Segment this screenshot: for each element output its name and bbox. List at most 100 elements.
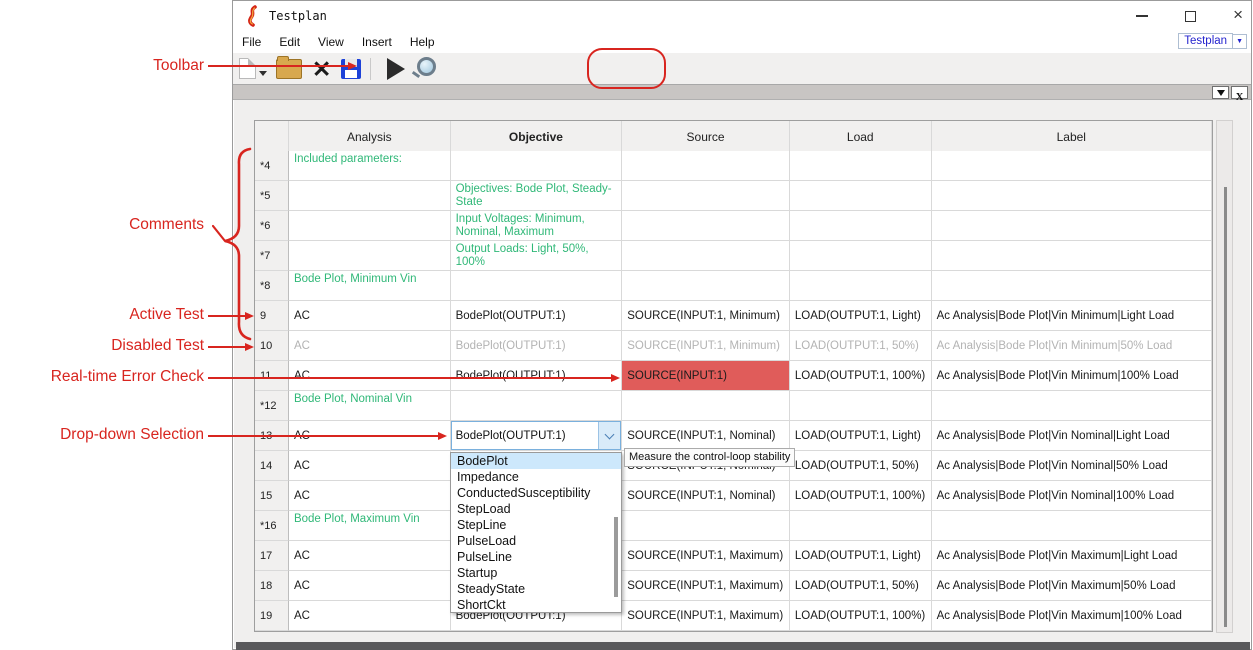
cell-objective[interactable]: BodePlot(OUTPUT:1)	[451, 331, 623, 361]
cell-load[interactable]: LOAD(OUTPUT:1, 100%)	[790, 601, 932, 631]
cell-source[interactable]	[622, 151, 790, 181]
column-header-Analysis[interactable]: Analysis	[289, 121, 451, 153]
cell-label[interactable]: Ac Analysis|Bode Plot|Vin Maximum|Light …	[932, 541, 1212, 571]
cell-objective[interactable]	[451, 391, 623, 421]
cell-analysis[interactable]	[289, 181, 451, 211]
new-file-icon[interactable]	[239, 58, 256, 79]
combobox-value[interactable]: BodePlot(OUTPUT:1)	[452, 430, 599, 442]
collapse-pane-button[interactable]	[1212, 86, 1229, 99]
objective-combobox[interactable]: BodePlot(OUTPUT:1)	[451, 421, 622, 450]
menu-edit[interactable]: Edit	[270, 33, 309, 51]
combobox-dropdown-button[interactable]	[598, 422, 620, 449]
menu-file[interactable]: File	[233, 33, 270, 51]
dropdown-item-SteadyState[interactable]: SteadyState	[451, 581, 621, 597]
cell-load[interactable]: LOAD(OUTPUT:1, 50%)	[790, 331, 932, 361]
column-header-rownum[interactable]	[255, 121, 289, 153]
cell-analysis[interactable]: AC	[289, 331, 451, 361]
column-header-Source[interactable]: Source	[622, 121, 790, 153]
cell-analysis[interactable]: AC	[289, 541, 451, 571]
cell-load[interactable]: LOAD(OUTPUT:1, 100%)	[790, 361, 932, 391]
cell-label[interactable]	[932, 271, 1212, 301]
cell-source[interactable]: SOURCE(INPUT:1, Maximum)	[622, 601, 790, 631]
cell-objective[interactable]: BodePlot(OUTPUT:1)	[451, 361, 623, 391]
cell-objective[interactable]: BodePlot(OUTPUT:1)	[451, 301, 623, 331]
cell-source[interactable]: SOURCE(INPUT:1, Maximum)	[622, 541, 790, 571]
column-header-Load[interactable]: Load	[790, 121, 932, 153]
cell-objective[interactable]: BodePlot(OUTPUT:1)	[451, 421, 623, 451]
cell-source[interactable]: SOURCE(INPUT:1, Minimum)	[622, 331, 790, 361]
cell-analysis[interactable]: Included parameters:	[289, 151, 451, 181]
cell-analysis[interactable]	[289, 241, 451, 271]
cell-label[interactable]	[932, 511, 1212, 541]
dropdown-item-Impedance[interactable]: Impedance	[451, 469, 621, 485]
delete-icon[interactable]: ✕	[312, 57, 331, 81]
cell-load[interactable]: LOAD(OUTPUT:1, 100%)	[790, 481, 932, 511]
column-header-Objective[interactable]: Objective	[451, 121, 623, 153]
dropdown-item-Startup[interactable]: Startup	[451, 565, 621, 581]
testplan-selector-label[interactable]: Testplan	[1178, 33, 1233, 49]
menu-help[interactable]: Help	[401, 33, 444, 51]
dropdown-item-PulseLoad[interactable]: PulseLoad	[451, 533, 621, 549]
cell-analysis[interactable]: Bode Plot, Maximum Vin	[289, 511, 451, 541]
dropdown-item-ShortCkt[interactable]: ShortCkt	[451, 597, 621, 613]
cell-load[interactable]: LOAD(OUTPUT:1, Light)	[790, 421, 932, 451]
cell-label[interactable]: Ac Analysis|Bode Plot|Vin Minimum|100% L…	[932, 361, 1212, 391]
close-pane-button[interactable]: X	[1231, 86, 1248, 99]
cell-analysis[interactable]: Bode Plot, Minimum Vin	[289, 271, 451, 301]
cell-label[interactable]	[932, 391, 1212, 421]
cell-label[interactable]	[932, 181, 1212, 211]
cell-source[interactable]	[622, 211, 790, 241]
column-header-Label[interactable]: Label	[932, 121, 1212, 153]
cell-load[interactable]	[790, 151, 932, 181]
cell-load[interactable]: LOAD(OUTPUT:1, Light)	[790, 301, 932, 331]
cell-source[interactable]: SOURCE(INPUT:1, Minimum)	[622, 301, 790, 331]
cell-objective[interactable]: Objectives: Bode Plot, Steady-State	[451, 181, 623, 211]
vertical-scrollbar[interactable]	[1216, 120, 1233, 633]
cell-label[interactable]: Ac Analysis|Bode Plot|Vin Nominal|100% L…	[932, 481, 1212, 511]
dropdown-item-BodePlot[interactable]: BodePlot	[451, 453, 621, 469]
cell-load[interactable]	[790, 181, 932, 211]
scrollbar-thumb[interactable]	[1224, 187, 1227, 627]
zoom-icon[interactable]	[417, 57, 436, 76]
close-button[interactable]: ×	[1233, 7, 1243, 25]
cell-analysis[interactable]: AC	[289, 451, 451, 481]
cell-source[interactable]	[622, 271, 790, 301]
dropdown-item-PulseLine[interactable]: PulseLine	[451, 549, 621, 565]
run-icon[interactable]	[387, 58, 405, 80]
cell-load[interactable]: LOAD(OUTPUT:1, Light)	[790, 541, 932, 571]
cell-source[interactable]	[622, 511, 790, 541]
cell-source[interactable]: SOURCE(INPUT:1, Maximum)	[622, 571, 790, 601]
maximize-button[interactable]	[1185, 11, 1196, 22]
cell-label[interactable]: Ac Analysis|Bode Plot|Vin Nominal|50% Lo…	[932, 451, 1212, 481]
cell-load[interactable]	[790, 211, 932, 241]
cell-load[interactable]	[790, 271, 932, 301]
cell-load[interactable]	[790, 391, 932, 421]
cell-label[interactable]: Ac Analysis|Bode Plot|Vin Maximum|50% Lo…	[932, 571, 1212, 601]
cell-objective[interactable]	[451, 151, 623, 181]
testplan-selector-caret-icon[interactable]: ▼	[1233, 34, 1247, 49]
cell-objective[interactable]: Input Voltages: Minimum, Nominal, Maximu…	[451, 211, 623, 241]
cell-analysis[interactable]	[289, 211, 451, 241]
cell-analysis[interactable]: AC	[289, 571, 451, 601]
cell-objective[interactable]: Output Loads: Light, 50%, 100%	[451, 241, 623, 271]
cell-load[interactable]	[790, 241, 932, 271]
cell-source[interactable]: SOURCE(INPUT:1, Nominal)	[622, 421, 790, 451]
cell-analysis[interactable]: AC	[289, 301, 451, 331]
cell-label[interactable]: Ac Analysis|Bode Plot|Vin Nominal|Light …	[932, 421, 1212, 451]
cell-label[interactable]: Ac Analysis|Bode Plot|Vin Minimum|Light …	[932, 301, 1212, 331]
cell-source[interactable]: SOURCE(INPUT:1, Nominal)	[622, 481, 790, 511]
menu-view[interactable]: View	[309, 33, 353, 51]
open-folder-icon[interactable]	[276, 59, 302, 79]
dropdown-item-StepLoad[interactable]: StepLoad	[451, 501, 621, 517]
testplan-selector[interactable]: Testplan ▼	[1178, 33, 1247, 49]
cell-load[interactable]: LOAD(OUTPUT:1, 50%)	[790, 451, 932, 481]
menu-insert[interactable]: Insert	[353, 33, 401, 51]
cell-label[interactable]: Ac Analysis|Bode Plot|Vin Maximum|100% L…	[932, 601, 1212, 631]
cell-objective[interactable]	[451, 271, 623, 301]
cell-label[interactable]	[932, 211, 1212, 241]
dropdown-item-ConductedSusceptibility[interactable]: ConductedSusceptibility	[451, 485, 621, 501]
minimize-button[interactable]	[1136, 15, 1148, 17]
cell-load[interactable]	[790, 511, 932, 541]
cell-label[interactable]	[932, 241, 1212, 271]
cell-source[interactable]	[622, 391, 790, 421]
